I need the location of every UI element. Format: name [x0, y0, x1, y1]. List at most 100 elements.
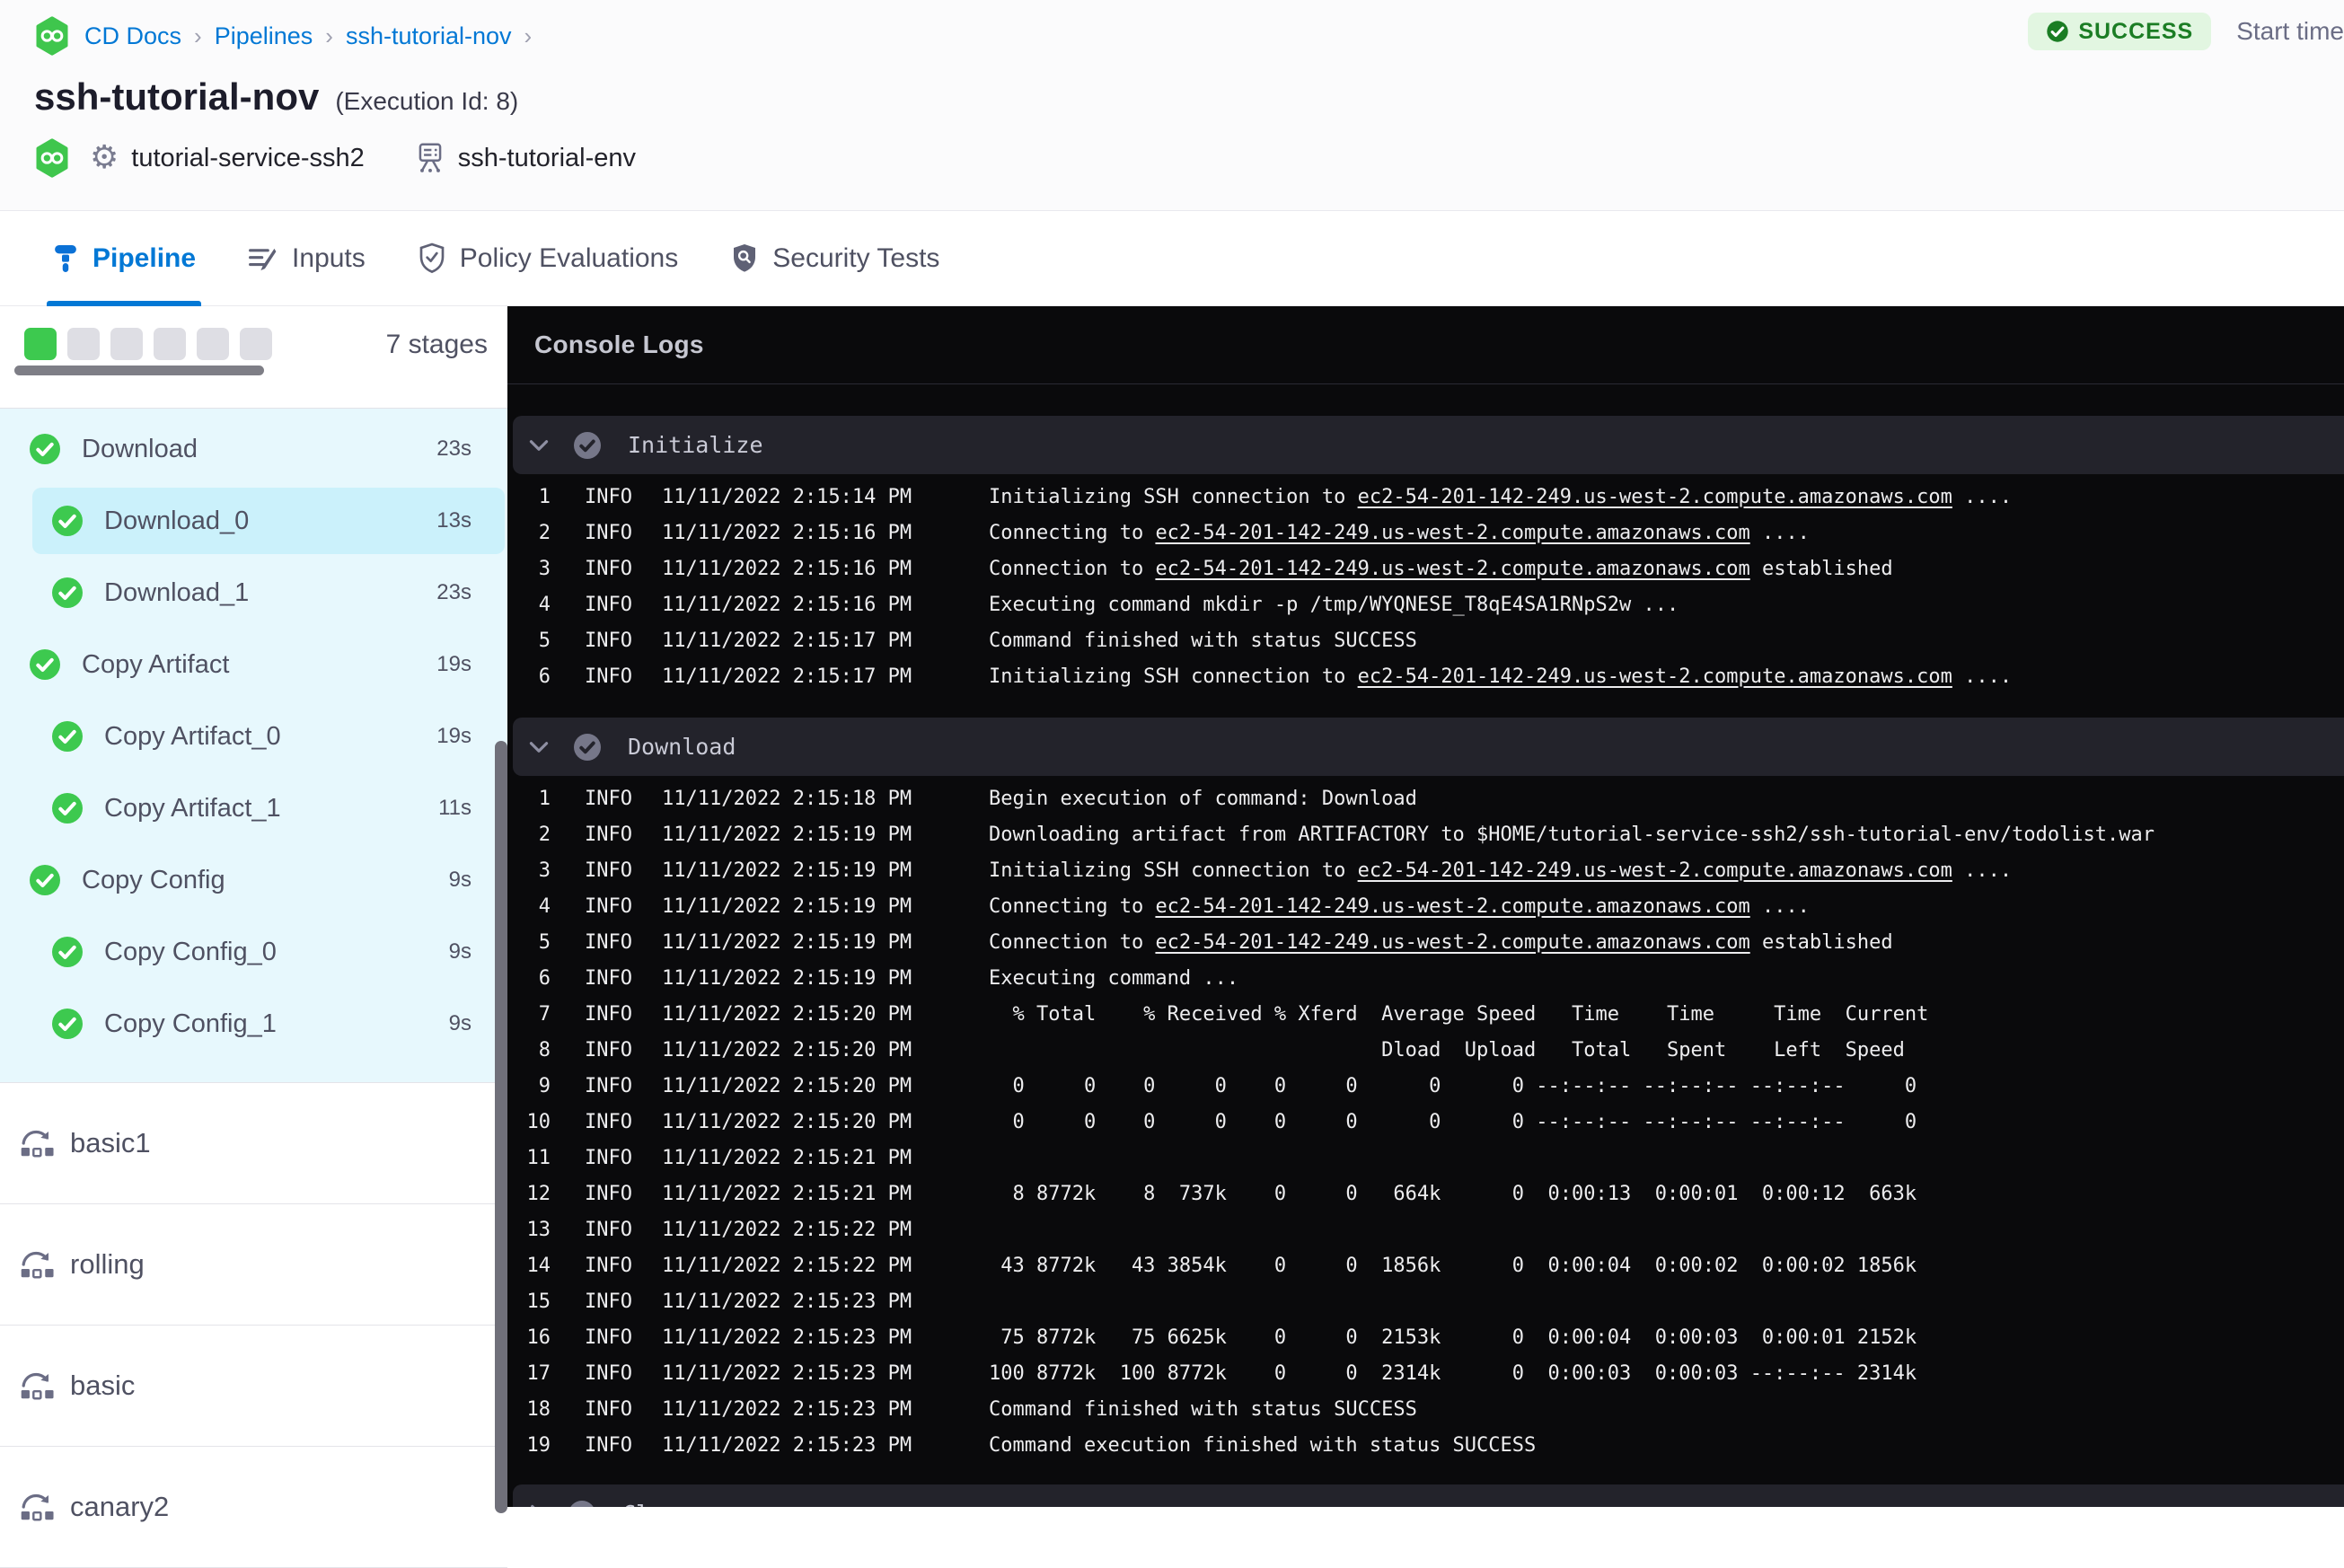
tab-policy-evaluations[interactable]: Policy Evaluations — [418, 211, 678, 305]
service-name: tutorial-service-ssh2 — [131, 143, 365, 172]
log-link[interactable]: ec2-54-201-142-249.us-west-2.compute.ama… — [1155, 895, 1749, 918]
tab-security-tests[interactable]: Security Tests — [730, 211, 939, 305]
log-line: 5 INFO 11/11/2022 2:15:17 PM Command finish… — [507, 622, 2344, 658]
breadcrumb-link-ssh-tutorial-nov[interactable]: ssh-tutorial-nov — [346, 22, 512, 50]
stage-item-copy-config-1[interactable]: Copy Config_1 9s — [0, 988, 507, 1060]
log-line: 6 INFO 11/11/2022 2:15:17 PM Initializing S… — [507, 658, 2344, 694]
log-timestamp: 11/11/2022 2:15:20 PM — [662, 1038, 912, 1061]
breadcrumb-link-cd-docs[interactable]: CD Docs — [84, 22, 181, 50]
log-message: Connecting to ec2-54-201-142-249.us-west… — [989, 895, 1810, 918]
stage-item-duration: 23s — [436, 580, 471, 604]
stage-item-copy-config[interactable]: Copy Config 9s — [0, 844, 507, 916]
stages-header: 7 stages — [0, 306, 507, 409]
stage-item-copy-artifact-1[interactable]: Copy Artifact_1 11s — [0, 772, 507, 844]
stage-item-download-0[interactable]: Download_0 13s — [0, 485, 507, 557]
log-line: 18 INFO 11/11/2022 2:15:23 PM Command finis… — [507, 1391, 2344, 1427]
log-line-number: 8 — [538, 1038, 551, 1061]
log-line-number: 7 — [538, 1002, 551, 1026]
log-link[interactable]: ec2-54-201-142-249.us-west-2.compute.ama… — [1155, 931, 1749, 954]
log-level: INFO — [585, 1146, 632, 1169]
log-timestamp: 11/11/2022 2:15:19 PM — [662, 823, 912, 846]
stage-item-duration: 19s — [436, 724, 471, 748]
log-section-header-cleanup[interactable]: Cleanup — [513, 1484, 2344, 1507]
pipeline-item-rolling[interactable]: rolling — [0, 1204, 507, 1326]
log-section-download: Download 1 INFO 11/11/2022 2:15:18 PM Begin … — [507, 718, 2344, 1470]
log-line-number: 2 — [538, 521, 551, 544]
log-link[interactable]: ec2-54-201-142-249.us-west-2.compute.ama… — [1155, 558, 1749, 580]
stage-item-label: Download — [82, 434, 198, 463]
tab-inputs[interactable]: Inputs — [248, 211, 366, 305]
log-timestamp: 11/11/2022 2:15:22 PM — [662, 1218, 912, 1241]
pipeline-item-basic1[interactable]: basic1 — [0, 1083, 507, 1204]
log-message: 0 0 0 0 0 0 0 0 --:--:-- --:--:-- --:--:… — [989, 1111, 1917, 1133]
log-message: Begin execution of command: Download — [989, 788, 1417, 810]
log-line-number: 5 — [538, 629, 551, 652]
page: CD Docs › Pipelines › ssh-tutorial-nov › SUCC… — [0, 0, 2344, 1568]
log-line-number: 18 — [526, 1397, 551, 1421]
log-line-number: 2 — [538, 823, 551, 846]
log-link[interactable]: ec2-54-201-142-249.us-west-2.compute.ama… — [1358, 859, 1952, 882]
log-text: % Total % Received % Xferd Average Speed… — [989, 1002, 1929, 1026]
log-timestamp: 11/11/2022 2:15:23 PM — [662, 1397, 912, 1421]
log-link[interactable]: ec2-54-201-142-249.us-west-2.compute.ama… — [1358, 486, 1952, 508]
service-chip[interactable]: ⚙ tutorial-service-ssh2 — [90, 142, 365, 174]
log-text: Executing command ... — [989, 966, 1239, 990]
pipeline-item-label: canary2 — [70, 1491, 170, 1522]
environment-chip[interactable]: ssh-tutorial-env — [415, 142, 636, 174]
stage-item-copy-artifact[interactable]: Copy Artifact 19s — [0, 629, 507, 700]
log-message: Command execution finished with status S… — [989, 1434, 1536, 1457]
log-line-number: 14 — [526, 1254, 551, 1277]
tab-pipeline[interactable]: Pipeline — [46, 211, 202, 306]
pipeline-item-label: rolling — [70, 1248, 145, 1280]
stage-progress-square — [154, 328, 186, 360]
badge-check-icon — [2046, 20, 2069, 43]
stage-strip-scrollbar[interactable] — [14, 366, 264, 375]
breadcrumb-link-pipelines[interactable]: Pipelines — [215, 22, 313, 50]
log-level: INFO — [585, 1038, 632, 1061]
log-line: 12 INFO 11/11/2022 2:15:21 PM 8 8772k 8 73… — [507, 1176, 2344, 1211]
sidebar-scrollbar[interactable] — [495, 741, 507, 1513]
log-text: Initializing SSH connection to — [989, 665, 1358, 688]
stage-item-label: Download_1 — [104, 577, 250, 607]
log-link[interactable]: ec2-54-201-142-249.us-west-2.compute.ama… — [1358, 665, 1952, 688]
header-right: SUCCESS Start time — [2028, 13, 2344, 50]
pipeline-item-canary2[interactable]: canary2 — [0, 1447, 507, 1568]
stage-item-copy-config-0[interactable]: Copy Config_0 9s — [0, 916, 507, 988]
log-link[interactable]: ec2-54-201-142-249.us-west-2.compute.ama… — [1155, 522, 1749, 544]
log-line: 1 INFO 11/11/2022 2:15:14 PM Initializing S… — [507, 479, 2344, 515]
log-section-header-initialize[interactable]: Initialize — [513, 416, 2344, 474]
stage-item-copy-artifact-0[interactable]: Copy Artifact_0 19s — [0, 700, 507, 772]
log-message: Initializing SSH connection to ec2-54-20… — [989, 665, 2012, 688]
log-message: 8 8772k 8 737k 0 0 664k 0 0:00:13 0:00:0… — [989, 1183, 1917, 1205]
stage-item-label: Copy Artifact_0 — [104, 721, 281, 751]
log-level: INFO — [585, 1290, 632, 1313]
log-level: INFO — [585, 1074, 632, 1097]
log-timestamp: 11/11/2022 2:15:20 PM — [662, 1110, 912, 1133]
breadcrumb-separator: › — [194, 22, 202, 49]
log-level: INFO — [585, 859, 632, 882]
log-text: 100 8772k 100 8772k 0 0 2314k 0 0:00:03 … — [989, 1361, 1917, 1385]
log-message: Command finished with status SUCCESS — [989, 630, 1417, 652]
pipeline-list: basic1 rolling basic canary2 — [0, 1082, 507, 1568]
log-text: 0 0 0 0 0 0 0 0 --:--:-- --:--:-- --:--:… — [989, 1110, 1917, 1133]
log-line: 7 INFO 11/11/2022 2:15:20 PM % Total % Rec… — [507, 996, 2344, 1032]
log-section-initialize: Initialize 1 INFO 11/11/2022 2:15:14 PM Init… — [507, 416, 2344, 701]
log-lines: 1 INFO 11/11/2022 2:15:18 PM Begin executio… — [507, 776, 2344, 1470]
log-line-number: 1 — [538, 787, 551, 810]
stage-item-download-1[interactable]: Download_1 23s — [0, 557, 507, 629]
pipeline-item-basic[interactable]: basic — [0, 1326, 507, 1447]
log-text: Dload Upload Total Spent Left Speed — [989, 1038, 1905, 1061]
log-level: INFO — [585, 1002, 632, 1026]
log-line-number: 9 — [538, 1074, 551, 1097]
log-line: 4 INFO 11/11/2022 2:15:19 PM Connecting to … — [507, 888, 2344, 924]
log-message: Connection to ec2-54-201-142-249.us-west… — [989, 558, 1893, 580]
stage-progress-square — [110, 328, 143, 360]
log-section-header-download[interactable]: Download — [513, 718, 2344, 776]
pipeline-item-label: basic1 — [70, 1127, 151, 1158]
log-line-number: 12 — [526, 1182, 551, 1205]
tab-label: Inputs — [292, 242, 366, 273]
log-line: 3 INFO 11/11/2022 2:15:19 PM Initializing S… — [507, 852, 2344, 888]
log-line: 19 INFO 11/11/2022 2:15:23 PM Command execu… — [507, 1427, 2344, 1463]
inputs-icon — [248, 244, 278, 273]
stage-item-download[interactable]: Download 23s — [0, 413, 507, 485]
